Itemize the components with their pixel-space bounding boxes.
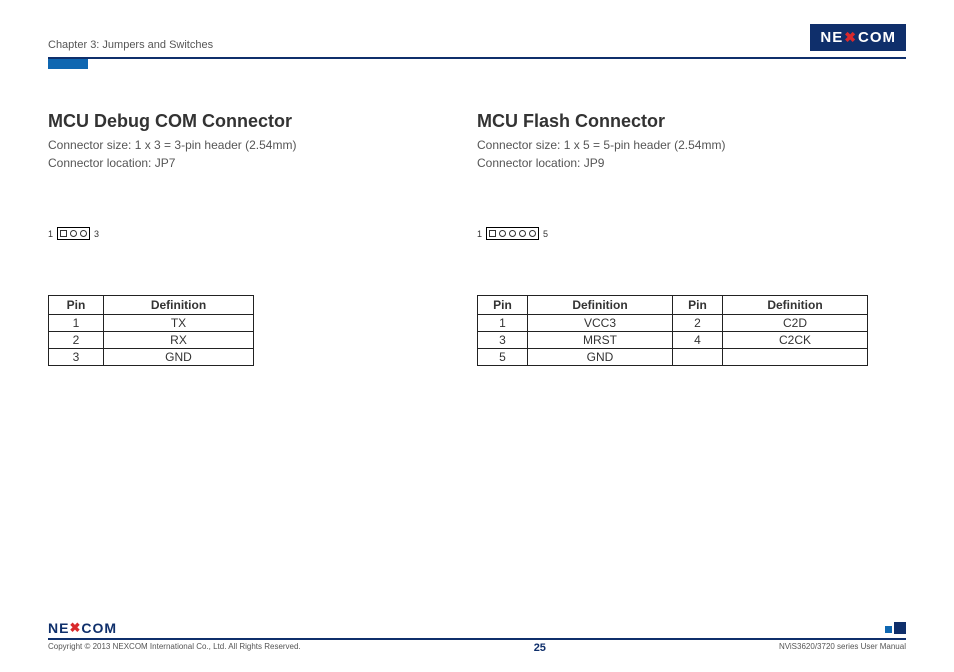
cell-def: TX bbox=[104, 315, 254, 332]
table-header: Pin Definition bbox=[49, 296, 254, 315]
page-number: 25 bbox=[534, 642, 546, 654]
brand-x-icon: ✖ bbox=[844, 29, 857, 46]
cell-pin bbox=[673, 349, 723, 366]
right-conn-start: 1 bbox=[477, 229, 482, 239]
main-content: MCU Debug COM Connector Connector size: … bbox=[48, 111, 906, 366]
pin-circle-icon bbox=[499, 230, 506, 237]
cell-def: C2D bbox=[723, 315, 868, 332]
cell-def: GND bbox=[528, 349, 673, 366]
cell-def: RX bbox=[104, 332, 254, 349]
footer-text-row: Copyright © 2013 NEXCOM International Co… bbox=[48, 642, 906, 654]
cell-def bbox=[723, 349, 868, 366]
page-header: Chapter 3: Jumpers and Switches NE✖COM bbox=[48, 24, 906, 53]
pin-circle-icon bbox=[509, 230, 516, 237]
right-connector-location: Connector location: JP9 bbox=[477, 154, 886, 172]
right-conn-end: 5 bbox=[543, 229, 548, 239]
left-column: MCU Debug COM Connector Connector size: … bbox=[48, 111, 477, 366]
right-section-title: MCU Flash Connector bbox=[477, 111, 886, 132]
header-divider bbox=[48, 57, 906, 59]
right-connector-size: Connector size: 1 x 5 = 5-pin header (2.… bbox=[477, 136, 886, 154]
brand-suffix: COM bbox=[81, 620, 117, 636]
pin-circle-icon bbox=[70, 230, 77, 237]
chapter-label: Chapter 3: Jumpers and Switches bbox=[48, 39, 213, 51]
table-row: 1 TX bbox=[49, 315, 254, 332]
th-definition: Definition bbox=[528, 296, 673, 315]
left-section-title: MCU Debug COM Connector bbox=[48, 111, 457, 132]
left-connector-size: Connector size: 1 x 3 = 3-pin header (2.… bbox=[48, 136, 457, 154]
th-pin: Pin bbox=[673, 296, 723, 315]
cell-pin: 1 bbox=[478, 315, 528, 332]
copyright-text: Copyright © 2013 NEXCOM International Co… bbox=[48, 642, 301, 654]
decoration-square-large bbox=[894, 622, 906, 634]
right-connector-box bbox=[486, 227, 539, 240]
brand-logo-top: NE✖COM bbox=[810, 24, 906, 51]
brand-prefix: NE bbox=[48, 620, 69, 636]
pin-circle-icon bbox=[80, 230, 87, 237]
table-row: 2 RX bbox=[49, 332, 254, 349]
cell-def: VCC3 bbox=[528, 315, 673, 332]
left-connector-box bbox=[57, 227, 90, 240]
pin-square-icon bbox=[489, 230, 496, 237]
th-definition: Definition bbox=[104, 296, 254, 315]
cell-def: MRST bbox=[528, 332, 673, 349]
pin-circle-icon bbox=[519, 230, 526, 237]
left-pin-table: Pin Definition 1 TX 2 RX 3 GND bbox=[48, 295, 254, 366]
cell-pin: 2 bbox=[673, 315, 723, 332]
cell-def: GND bbox=[104, 349, 254, 366]
cell-pin: 1 bbox=[49, 315, 104, 332]
brand-x-icon: ✖ bbox=[69, 620, 81, 636]
footer-decoration bbox=[885, 622, 906, 634]
th-pin: Pin bbox=[49, 296, 104, 315]
cell-pin: 4 bbox=[673, 332, 723, 349]
pin-circle-icon bbox=[529, 230, 536, 237]
brand-logo-bottom: NE✖COM bbox=[48, 616, 117, 638]
footer-divider bbox=[48, 638, 906, 640]
table-header: Pin Definition Pin Definition bbox=[478, 296, 868, 315]
th-pin: Pin bbox=[478, 296, 528, 315]
header-tab-decoration bbox=[48, 59, 88, 69]
decoration-square-small bbox=[885, 626, 892, 633]
brand-prefix: NE bbox=[820, 29, 843, 46]
left-connector-location: Connector location: JP7 bbox=[48, 154, 457, 172]
right-pin-table: Pin Definition Pin Definition 1 VCC3 2 C… bbox=[477, 295, 868, 366]
table-row: 3 GND bbox=[49, 349, 254, 366]
table-row: 1 VCC3 2 C2D bbox=[478, 315, 868, 332]
left-conn-end: 3 bbox=[94, 229, 99, 239]
th-definition: Definition bbox=[723, 296, 868, 315]
cell-def: C2CK bbox=[723, 332, 868, 349]
cell-pin: 5 bbox=[478, 349, 528, 366]
right-column: MCU Flash Connector Connector size: 1 x … bbox=[477, 111, 906, 366]
cell-pin: 3 bbox=[49, 349, 104, 366]
right-connector-diagram: 1 5 bbox=[477, 227, 886, 240]
table-row: 5 GND bbox=[478, 349, 868, 366]
doc-title: NViS3620/3720 series User Manual bbox=[779, 642, 906, 654]
page-footer: NE✖COM Copyright © 2013 NEXCOM Internati… bbox=[48, 616, 906, 654]
cell-pin: 2 bbox=[49, 332, 104, 349]
pin-square-icon bbox=[60, 230, 67, 237]
left-conn-start: 1 bbox=[48, 229, 53, 239]
footer-top-row: NE✖COM bbox=[48, 616, 906, 638]
brand-suffix: COM bbox=[858, 29, 896, 46]
table-row: 3 MRST 4 C2CK bbox=[478, 332, 868, 349]
cell-pin: 3 bbox=[478, 332, 528, 349]
left-connector-diagram: 1 3 bbox=[48, 227, 457, 240]
